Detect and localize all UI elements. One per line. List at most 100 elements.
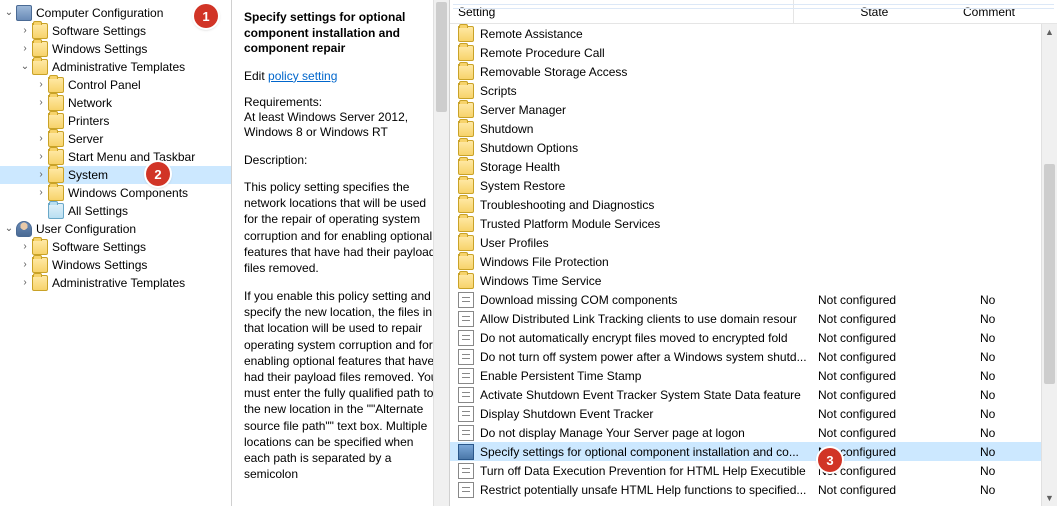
tree-printers[interactable]: ›Printers bbox=[0, 112, 231, 130]
description-paragraph: If you enable this policy setting and sp… bbox=[244, 288, 439, 482]
list-row[interactable]: Trusted Platform Module Services bbox=[450, 214, 1057, 233]
list-row[interactable]: Removable Storage Access bbox=[450, 62, 1057, 81]
tree-label: Software Settings bbox=[52, 22, 146, 40]
folder-icon bbox=[458, 235, 474, 251]
list-row[interactable]: Turn off Data Execution Prevention for H… bbox=[450, 461, 1057, 480]
row-name: Remote Assistance bbox=[480, 27, 810, 41]
tree-start-menu[interactable]: ›Start Menu and Taskbar bbox=[0, 148, 231, 166]
list-row[interactable]: Server Manager bbox=[450, 100, 1057, 119]
tree-system[interactable]: ›System bbox=[0, 166, 231, 184]
row-name: Removable Storage Access bbox=[480, 65, 810, 79]
list-row[interactable]: Windows Time Service bbox=[450, 271, 1057, 290]
folder-icon bbox=[458, 140, 474, 156]
row-state: Not configured bbox=[810, 312, 980, 326]
setting-icon bbox=[458, 444, 474, 460]
row-name: Do not display Manage Your Server page a… bbox=[480, 426, 810, 440]
row-name: Display Shutdown Event Tracker bbox=[480, 407, 810, 421]
user-icon bbox=[16, 221, 32, 237]
setting-icon bbox=[458, 463, 474, 479]
tree-label: User Configuration bbox=[36, 220, 136, 238]
tree-label: Server bbox=[68, 130, 103, 148]
folder-icon bbox=[458, 45, 474, 61]
row-name: Download missing COM components bbox=[480, 293, 810, 307]
list-row[interactable]: Display Shutdown Event TrackerNot config… bbox=[450, 404, 1057, 423]
tree-user-configuration[interactable]: ⌄User Configuration bbox=[0, 220, 231, 238]
edit-policy-link[interactable]: policy setting bbox=[268, 69, 337, 83]
folder-icon bbox=[32, 275, 48, 291]
tree-label: Computer Configuration bbox=[36, 4, 163, 22]
list-row[interactable]: Troubleshooting and Diagnostics bbox=[450, 195, 1057, 214]
folder-icon bbox=[32, 257, 48, 273]
row-name: Remote Procedure Call bbox=[480, 46, 810, 60]
tree-uc-windows-settings[interactable]: ›Windows Settings bbox=[0, 256, 231, 274]
list-row[interactable]: System Restore bbox=[450, 176, 1057, 195]
requirements-value: At least Windows Server 2012, Windows 8 … bbox=[244, 110, 439, 141]
row-name: Server Manager bbox=[480, 103, 810, 117]
list-row[interactable]: Remote Procedure Call bbox=[450, 43, 1057, 62]
setting-icon bbox=[458, 406, 474, 422]
folder-icon bbox=[458, 102, 474, 118]
setting-icon bbox=[458, 292, 474, 308]
row-state: Not configured bbox=[810, 331, 980, 345]
description-scrollbar[interactable] bbox=[433, 0, 449, 506]
list-row[interactable]: Restrict potentially unsafe HTML Help fu… bbox=[450, 480, 1057, 499]
scrollbar-thumb[interactable] bbox=[436, 2, 447, 112]
tree-label: Administrative Templates bbox=[52, 274, 185, 292]
tree-network[interactable]: ›Network bbox=[0, 94, 231, 112]
tree-all-settings[interactable]: ›All Settings bbox=[0, 202, 231, 220]
tree-uc-software-settings[interactable]: ›Software Settings bbox=[0, 238, 231, 256]
scroll-down-icon[interactable]: ▼ bbox=[1042, 490, 1057, 506]
list-row[interactable]: Do not automatically encrypt files moved… bbox=[450, 328, 1057, 347]
list-row[interactable]: Shutdown bbox=[450, 119, 1057, 138]
scroll-up-icon[interactable]: ▲ bbox=[1042, 24, 1057, 40]
edit-policy-line: Edit policy setting bbox=[244, 69, 439, 83]
list-row[interactable]: Remote Assistance bbox=[450, 24, 1057, 43]
row-name: Shutdown bbox=[480, 122, 810, 136]
tree-control-panel[interactable]: ›Control Panel bbox=[0, 76, 231, 94]
tree-label: Windows Settings bbox=[52, 256, 147, 274]
list-row[interactable]: Shutdown Options bbox=[450, 138, 1057, 157]
list-row[interactable]: User Profiles bbox=[450, 233, 1057, 252]
setting-icon bbox=[458, 349, 474, 365]
list-scrollbar[interactable]: ▲ ▼ bbox=[1041, 24, 1057, 506]
folder-icon bbox=[458, 197, 474, 213]
description-body: This policy setting specifies the networ… bbox=[244, 179, 439, 482]
list-row[interactable]: Allow Distributed Link Tracking clients … bbox=[450, 309, 1057, 328]
edit-prefix: Edit bbox=[244, 69, 268, 83]
list-row[interactable]: Enable Persistent Time StampNot configur… bbox=[450, 366, 1057, 385]
row-name: Trusted Platform Module Services bbox=[480, 217, 810, 231]
row-state: Not configured bbox=[810, 388, 980, 402]
tree-label: Control Panel bbox=[68, 76, 141, 94]
setting-icon bbox=[458, 330, 474, 346]
list-row[interactable]: Do not turn off system power after a Win… bbox=[450, 347, 1057, 366]
row-state: Not configured bbox=[810, 369, 980, 383]
folder-icon bbox=[48, 95, 64, 111]
list-row[interactable]: Specify settings for optional component … bbox=[450, 442, 1057, 461]
col-header-setting[interactable]: Setting bbox=[450, 5, 793, 19]
tree-uc-admin-templates[interactable]: ›Administrative Templates bbox=[0, 274, 231, 292]
tree-software-settings[interactable]: ›Software Settings bbox=[0, 22, 231, 40]
setting-icon bbox=[458, 311, 474, 327]
tree-administrative-templates[interactable]: ⌄Administrative Templates bbox=[0, 58, 231, 76]
setting-icon bbox=[458, 425, 474, 441]
scrollbar-thumb[interactable] bbox=[1044, 164, 1055, 384]
folder-icon bbox=[32, 41, 48, 57]
tree-windows-settings[interactable]: ›Windows Settings bbox=[0, 40, 231, 58]
list-row[interactable]: Do not display Manage Your Server page a… bbox=[450, 423, 1057, 442]
row-state: Not configured bbox=[810, 293, 980, 307]
list-row[interactable]: Activate Shutdown Event Tracker System S… bbox=[450, 385, 1057, 404]
tree-server[interactable]: ›Server bbox=[0, 130, 231, 148]
list-row[interactable]: Download missing COM componentsNot confi… bbox=[450, 290, 1057, 309]
annotation-badge-1: 1 bbox=[194, 4, 218, 28]
setting-icon bbox=[458, 482, 474, 498]
col-header-comment[interactable]: Comment bbox=[955, 5, 1057, 19]
setting-icon bbox=[458, 368, 474, 384]
list-row[interactable]: Storage Health bbox=[450, 157, 1057, 176]
row-name: Activate Shutdown Event Tracker System S… bbox=[480, 388, 810, 402]
tree-label: Network bbox=[68, 94, 112, 112]
tree-windows-components[interactable]: ›Windows Components bbox=[0, 184, 231, 202]
list-row[interactable]: Scripts bbox=[450, 81, 1057, 100]
row-name: User Profiles bbox=[480, 236, 810, 250]
list-row[interactable]: Windows File Protection bbox=[450, 252, 1057, 271]
row-name: Shutdown Options bbox=[480, 141, 810, 155]
